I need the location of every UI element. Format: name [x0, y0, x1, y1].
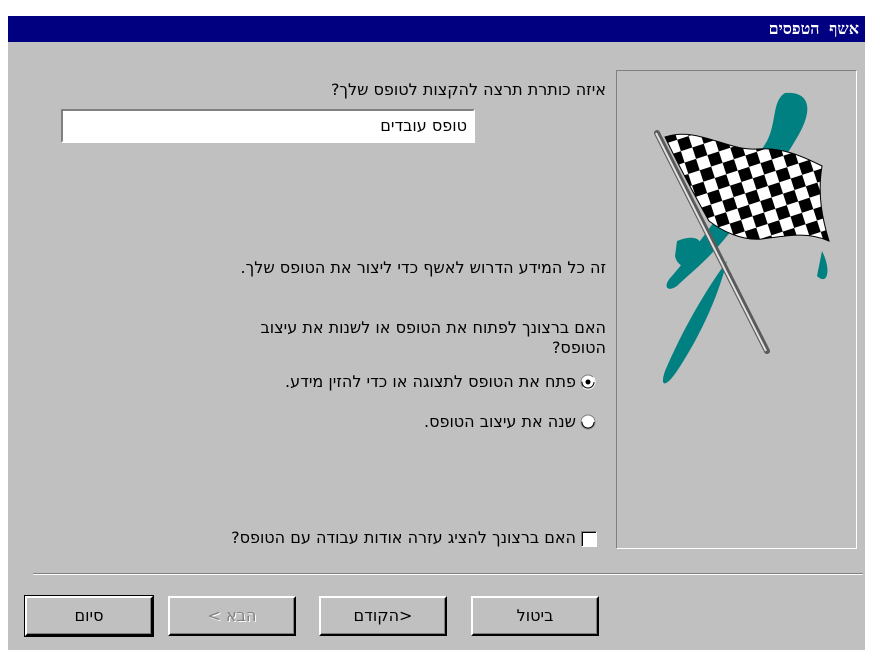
title-question-label: איזה כותרת תרצה להקצות לטופס שלך? — [330, 80, 606, 99]
window-title: אשף הטפסים — [8, 16, 865, 42]
back-button[interactable]: <הקודם — [319, 596, 447, 636]
checkered-flag-icon — [654, 92, 830, 384]
open-question-line1: האם ברצונך לפתוח את הטופס או לשנות את עי… — [260, 318, 606, 337]
wizard-picture-panel — [616, 70, 857, 549]
button-divider — [33, 573, 863, 575]
help-checkbox[interactable] — [581, 531, 597, 547]
help-checkbox-label: האם ברצונך להציג עזרה אודות עבודה עם הטו… — [231, 528, 576, 547]
form-wizard-dialog: אשף הטפסים איזה כותרת תרצה להקצות לטופס … — [8, 16, 865, 650]
cancel-button[interactable]: ביטול — [471, 596, 599, 636]
radio-modify-design[interactable] — [580, 414, 596, 430]
option-modify-design-label: שנה את עיצוב הטופס. — [423, 412, 576, 431]
next-button[interactable]: הבא > — [168, 596, 296, 636]
info-text: זה כל המידע הדרוש לאשף כדי ליצור את הטופ… — [240, 258, 606, 277]
option-open-form-label: פתח את הטופס לתצוגה או כדי להזין מידע. — [285, 372, 576, 391]
form-title-input[interactable]: טופס עובדים — [61, 109, 475, 143]
open-question-line2: הטופס? — [551, 338, 606, 357]
radio-open-form[interactable] — [580, 374, 596, 390]
finish-button[interactable]: סיום — [24, 595, 154, 637]
